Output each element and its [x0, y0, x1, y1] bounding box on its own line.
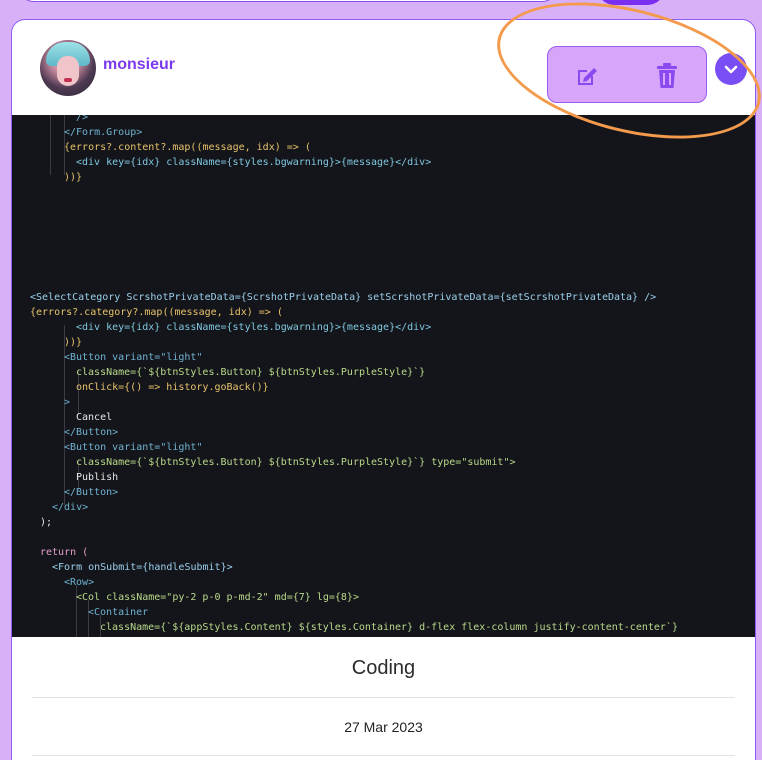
post-image-code-screenshot: /> </Form.Group> {errors?.content?.map((…: [12, 115, 755, 637]
code-line: {errors?.category?.map((message, idx) =>…: [30, 307, 283, 318]
avatar[interactable]: [40, 40, 96, 96]
code-line: <SelectCategory ScrshotPrivateData={Scrs…: [30, 292, 657, 303]
post-dropdown-button[interactable]: [715, 53, 747, 85]
code-line: onClick={() => history.goBack()}: [76, 382, 269, 393]
avatar-lips: [64, 78, 72, 82]
code-line: className={`${btnStyles.Button} ${btnSty…: [76, 457, 516, 468]
code-line: >: [64, 397, 71, 408]
code-line: ))}: [64, 337, 83, 348]
code-line: {errors?.content?.map((message, idx) => …: [64, 142, 311, 153]
post-card: monsieur /> </Form.Group> {errors?.conte…: [11, 19, 756, 760]
code-line: Cancel: [76, 412, 113, 423]
code-line: </Form.Group>: [64, 127, 143, 138]
edit-post-button[interactable]: [572, 61, 602, 91]
post-date: 27 Mar 2023: [344, 719, 423, 735]
code-line: ))}: [64, 172, 83, 183]
code-line: <div key={idx} className={styles.bgwarni…: [76, 322, 432, 333]
code-line: Publish: [76, 472, 119, 483]
code-line: </div>: [52, 502, 89, 513]
code-line: </Button>: [64, 427, 119, 438]
top-action-button[interactable]: [597, 0, 665, 5]
edit-icon: [578, 68, 597, 85]
code-line: <Row>: [64, 577, 95, 588]
divider: [32, 697, 735, 698]
divider: [32, 755, 735, 756]
code-line: className={`${appStyles.Content} ${style…: [100, 622, 678, 633]
indent-guide: [50, 115, 51, 175]
code-line: <Form onSubmit={handleSubmit}>: [52, 562, 233, 573]
code-line: <Button variant="light": [64, 442, 203, 453]
post-title: Coding: [351, 657, 416, 679]
code-line: className={`${btnStyles.Button} ${btnSty…: [76, 367, 426, 378]
post-actions-panel: [547, 46, 707, 103]
post-author-username[interactable]: monsieur: [103, 56, 175, 74]
top-search-input[interactable]: [18, 0, 558, 2]
chevron-down-icon: [724, 65, 738, 74]
trash-icon: [657, 63, 677, 88]
code-line: <Button variant="light": [64, 352, 203, 363]
code-line: </Button>: [64, 487, 119, 498]
code-line: <Col className="py-2 p-0 p-md-2" md={7} …: [76, 592, 359, 603]
code-line: return (: [40, 547, 89, 558]
code-line: );: [40, 517, 53, 528]
delete-post-button[interactable]: [652, 61, 682, 91]
code-line: />: [76, 115, 89, 123]
code-line: <Container: [88, 607, 149, 618]
code-line: <div key={idx} className={styles.bgwarni…: [76, 157, 432, 168]
